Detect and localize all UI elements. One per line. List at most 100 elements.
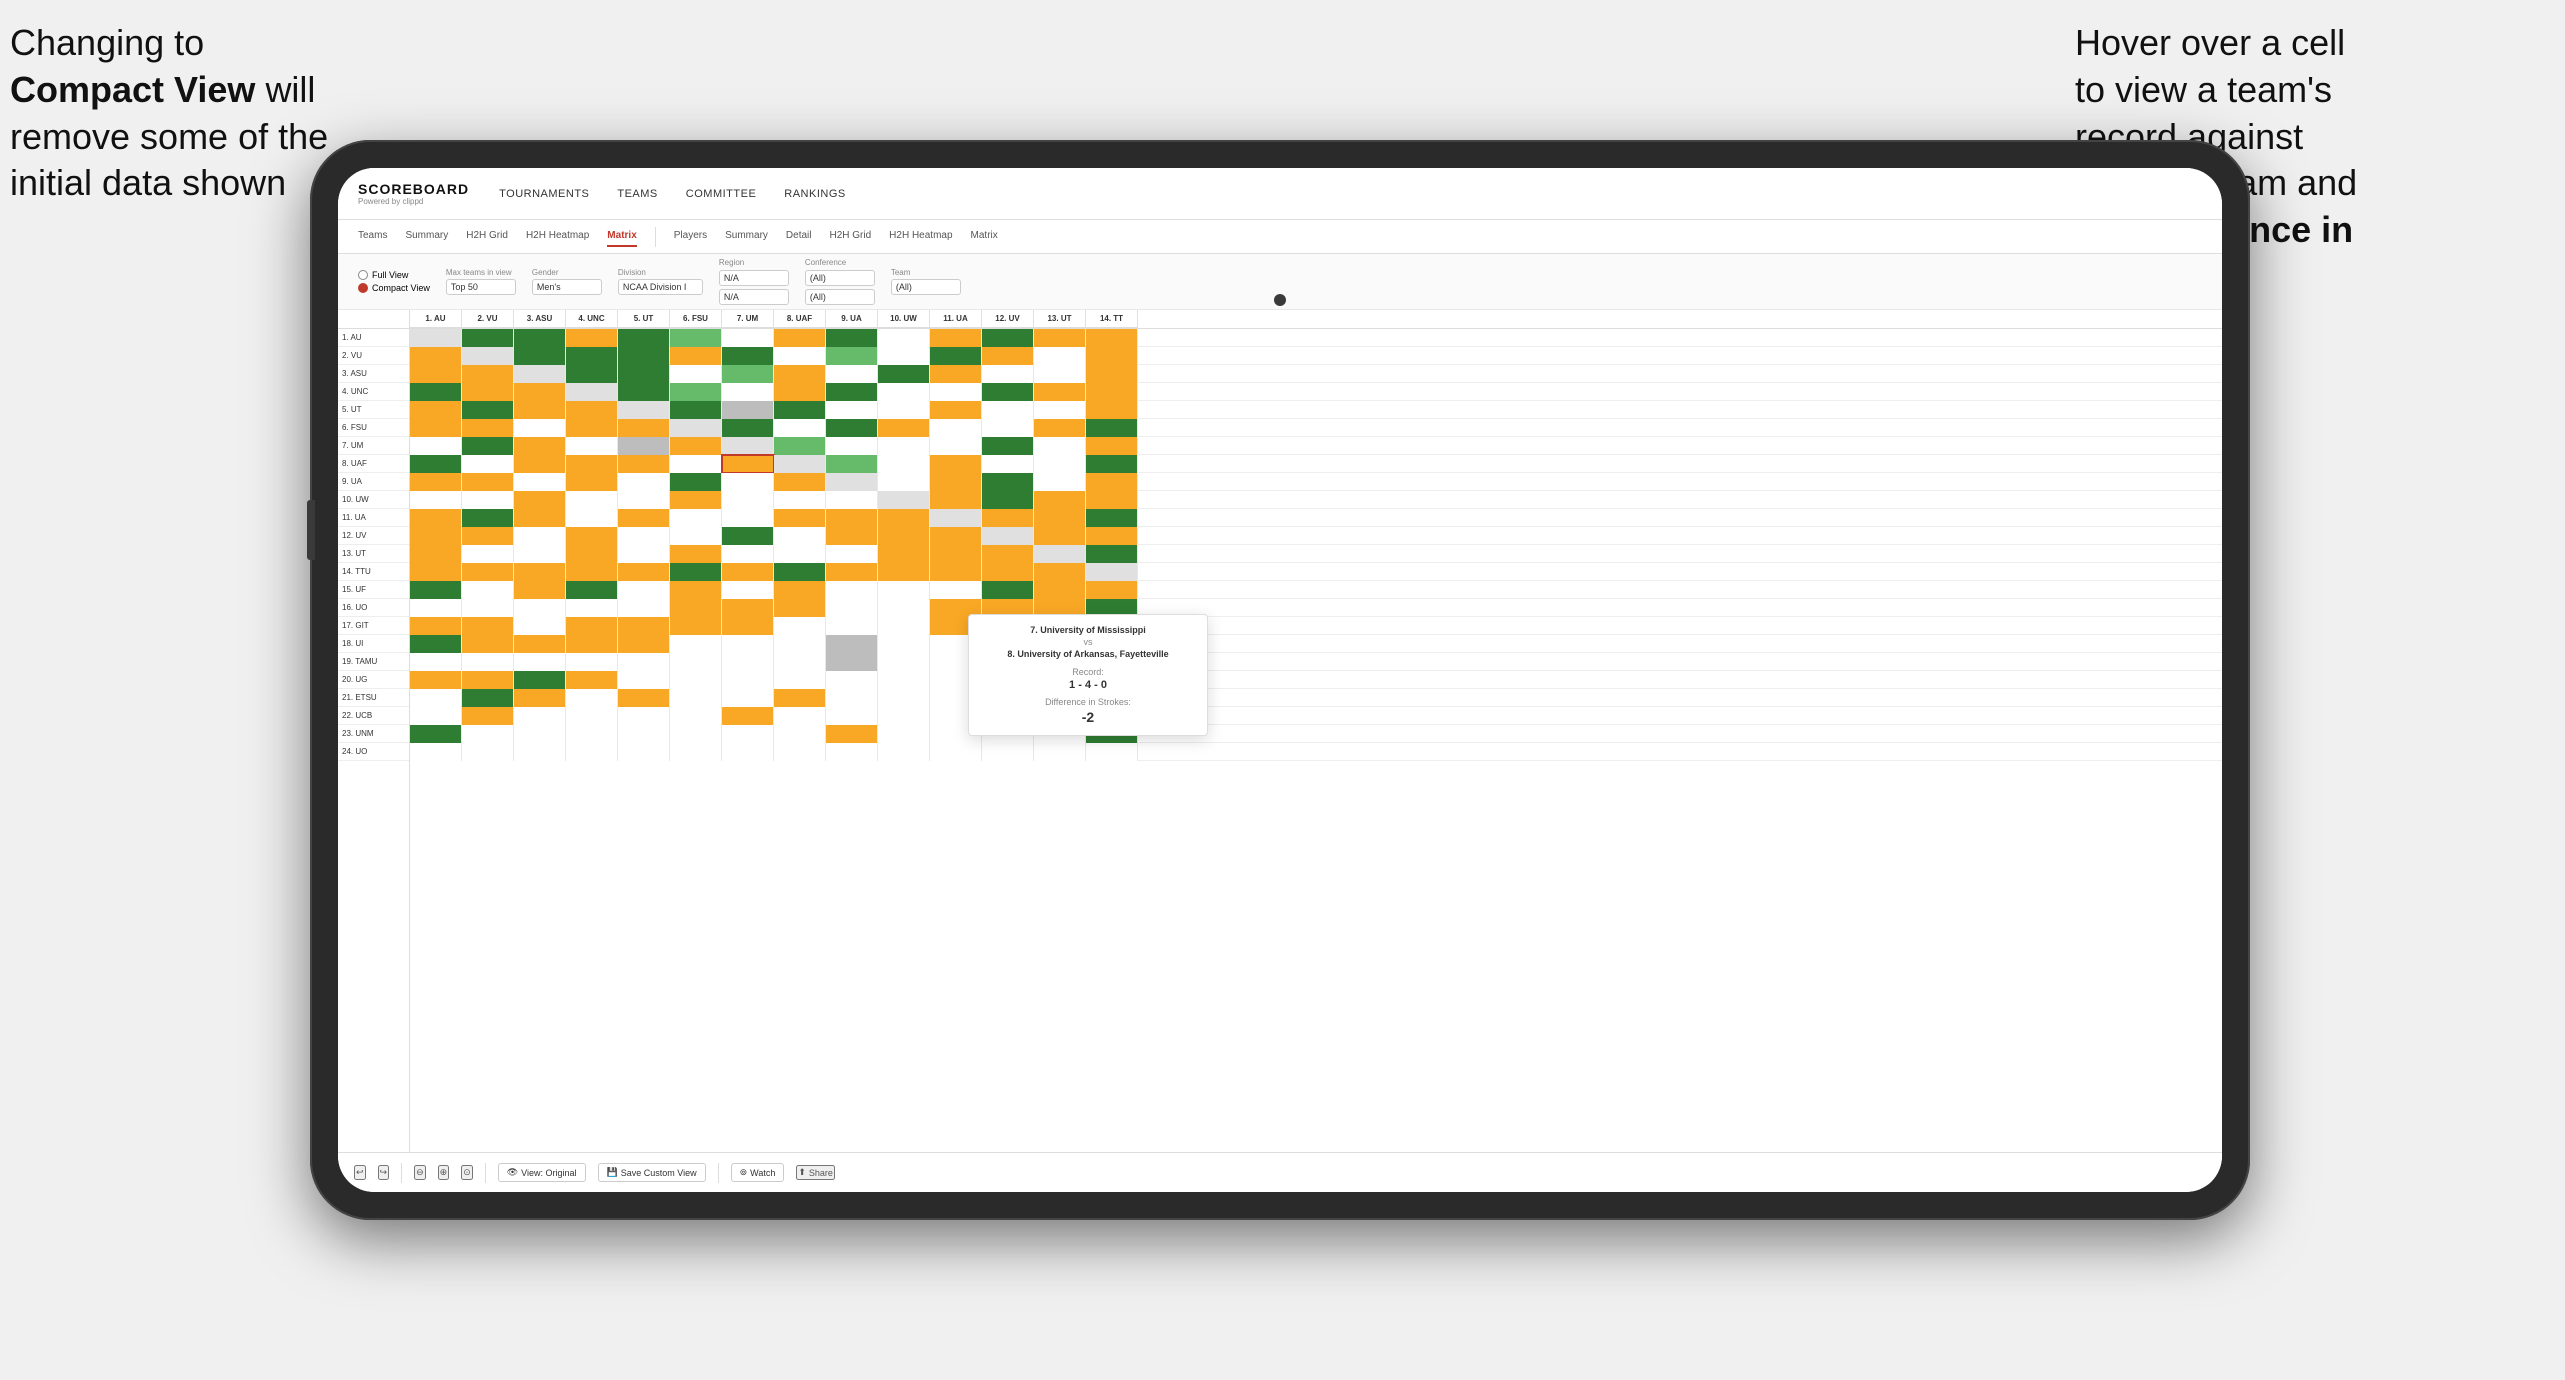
grid-cell[interactable] xyxy=(722,617,774,635)
grid-cell[interactable] xyxy=(566,365,618,383)
grid-cell[interactable] xyxy=(1034,545,1086,563)
grid-cell[interactable] xyxy=(514,401,566,419)
sub-nav-matrix2[interactable]: Matrix xyxy=(971,226,998,247)
grid-cell[interactable] xyxy=(826,743,878,761)
grid-cell[interactable] xyxy=(930,365,982,383)
grid-cell[interactable] xyxy=(878,329,930,347)
grid-cell[interactable] xyxy=(670,635,722,653)
grid-cell[interactable] xyxy=(514,689,566,707)
grid-cell[interactable] xyxy=(982,347,1034,365)
grid-cell[interactable] xyxy=(410,599,462,617)
zoom-out-button[interactable]: ⊖ xyxy=(414,1165,426,1180)
grid-cell[interactable] xyxy=(462,635,514,653)
grid-cell[interactable] xyxy=(618,653,670,671)
sub-nav-h2h-heatmap2[interactable]: H2H Heatmap xyxy=(889,226,952,247)
grid-cell[interactable] xyxy=(930,329,982,347)
grid-cell[interactable] xyxy=(722,455,774,473)
grid-cell[interactable] xyxy=(462,455,514,473)
grid-cell[interactable] xyxy=(722,491,774,509)
grid-cell[interactable] xyxy=(618,599,670,617)
grid-cell[interactable] xyxy=(878,707,930,725)
grid-cell[interactable] xyxy=(410,365,462,383)
grid-cell[interactable] xyxy=(1086,509,1138,527)
grid-cell[interactable] xyxy=(774,563,826,581)
grid-cell[interactable] xyxy=(618,437,670,455)
nav-teams[interactable]: TEAMS xyxy=(617,184,657,204)
grid-cell[interactable] xyxy=(878,491,930,509)
grid-cell[interactable] xyxy=(826,383,878,401)
grid-cell[interactable] xyxy=(1086,329,1138,347)
grid-cell[interactable] xyxy=(982,743,1034,761)
grid-cell[interactable] xyxy=(722,419,774,437)
grid-cell[interactable] xyxy=(878,563,930,581)
grid-cell[interactable] xyxy=(774,455,826,473)
grid-cell[interactable] xyxy=(566,743,618,761)
grid-cell[interactable] xyxy=(462,365,514,383)
grid-cell[interactable] xyxy=(670,329,722,347)
grid-cell[interactable] xyxy=(930,743,982,761)
grid-cell[interactable] xyxy=(1086,419,1138,437)
grid-cell[interactable] xyxy=(826,401,878,419)
grid-cell[interactable] xyxy=(462,545,514,563)
grid-cell[interactable] xyxy=(514,617,566,635)
grid-cell[interactable] xyxy=(514,383,566,401)
grid-cell[interactable] xyxy=(670,617,722,635)
grid-cell[interactable] xyxy=(410,725,462,743)
grid-cell[interactable] xyxy=(722,365,774,383)
grid-cell[interactable] xyxy=(1086,563,1138,581)
grid-cell[interactable] xyxy=(462,743,514,761)
grid-cell[interactable] xyxy=(566,437,618,455)
grid-cell[interactable] xyxy=(566,383,618,401)
grid-cell[interactable] xyxy=(618,455,670,473)
grid-cell[interactable] xyxy=(514,725,566,743)
grid-cell[interactable] xyxy=(722,653,774,671)
grid-cell[interactable] xyxy=(566,725,618,743)
grid-cell[interactable] xyxy=(826,473,878,491)
grid-cell[interactable] xyxy=(982,455,1034,473)
grid-cell[interactable] xyxy=(878,581,930,599)
region-select2[interactable]: N/A xyxy=(719,289,789,305)
grid-cell[interactable] xyxy=(462,527,514,545)
grid-cell[interactable] xyxy=(462,401,514,419)
grid-cell[interactable] xyxy=(514,635,566,653)
grid-cell[interactable] xyxy=(1034,383,1086,401)
grid-cell[interactable] xyxy=(514,419,566,437)
grid-cell[interactable] xyxy=(982,581,1034,599)
grid-cell[interactable] xyxy=(878,725,930,743)
grid-cell[interactable] xyxy=(566,401,618,419)
compact-view-option[interactable]: Compact View xyxy=(358,283,430,293)
grid-cell[interactable] xyxy=(462,689,514,707)
grid-cell[interactable] xyxy=(670,599,722,617)
grid-cell[interactable] xyxy=(410,437,462,455)
grid-cell[interactable] xyxy=(722,527,774,545)
grid-cell[interactable] xyxy=(878,401,930,419)
grid-cell[interactable] xyxy=(774,509,826,527)
grid-cell[interactable] xyxy=(930,491,982,509)
max-teams-select[interactable]: Top 50 xyxy=(446,279,516,295)
grid-cell[interactable] xyxy=(878,689,930,707)
grid-cell[interactable] xyxy=(410,509,462,527)
grid-cell[interactable] xyxy=(566,581,618,599)
grid-cell[interactable] xyxy=(878,671,930,689)
grid-cell[interactable] xyxy=(826,365,878,383)
grid-cell[interactable] xyxy=(514,581,566,599)
grid-cell[interactable] xyxy=(930,581,982,599)
grid-cell[interactable] xyxy=(774,365,826,383)
grid-cell[interactable] xyxy=(410,653,462,671)
nav-rankings[interactable]: RANKINGS xyxy=(784,184,845,204)
grid-cell[interactable] xyxy=(878,383,930,401)
grid-cell[interactable] xyxy=(618,347,670,365)
grid-cell[interactable] xyxy=(878,437,930,455)
grid-cell[interactable] xyxy=(774,383,826,401)
grid-cell[interactable] xyxy=(410,707,462,725)
grid-cell[interactable] xyxy=(774,599,826,617)
grid-cell[interactable] xyxy=(930,473,982,491)
grid-cell[interactable] xyxy=(774,473,826,491)
grid-cell[interactable] xyxy=(1086,347,1138,365)
sub-nav-teams[interactable]: Teams xyxy=(358,226,387,247)
grid-cell[interactable] xyxy=(930,545,982,563)
grid-cell[interactable] xyxy=(930,419,982,437)
grid-cell[interactable] xyxy=(774,653,826,671)
grid-cell[interactable] xyxy=(930,563,982,581)
grid-cell[interactable] xyxy=(826,437,878,455)
